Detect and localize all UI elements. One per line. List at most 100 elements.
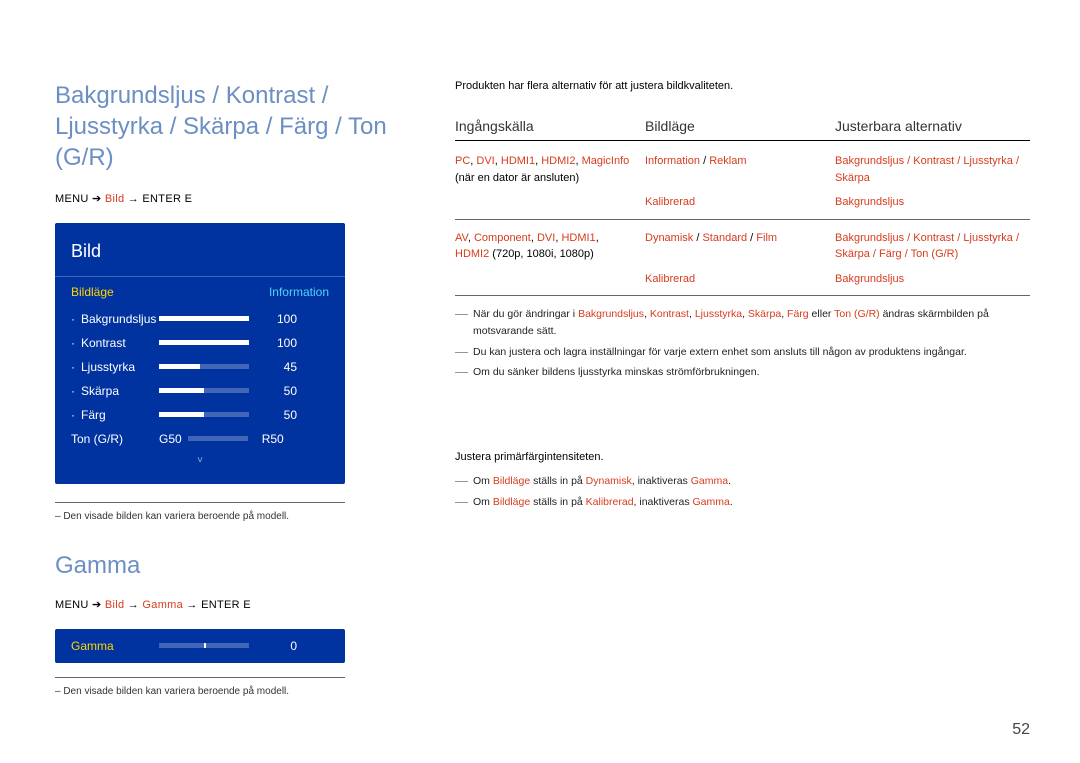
table-row: AV, Component, DVI, HDMI1, HDMI2 (720p, … xyxy=(455,230,1030,263)
osd-mode-row: Bildläge Information xyxy=(55,277,345,307)
note-hl: Gamma xyxy=(693,496,730,508)
note-hl: Bakgrundsljus xyxy=(578,308,644,320)
arrow-icon: → xyxy=(128,193,139,205)
arrow-icon: ➔ xyxy=(92,599,102,611)
col-adjustable: Justerbara alternativ xyxy=(835,118,1030,134)
chevron-down-icon: ˅ xyxy=(55,451,345,470)
slider-bar xyxy=(159,643,249,648)
footnote: – Den visade bilden kan variera beroende… xyxy=(55,686,345,697)
cell-source: PC, DVI, HDMI1, HDMI2, MagicInfo (när en… xyxy=(455,153,645,186)
slider-bar xyxy=(159,340,249,345)
note-text: ställs in på xyxy=(530,475,585,487)
divider xyxy=(455,140,1030,141)
src-note: (720p, 1080i, 1080p) xyxy=(489,248,594,260)
col-input-source: Ingångskälla xyxy=(455,118,645,134)
osd-item-value: 45 xyxy=(259,360,297,374)
slider-bar xyxy=(159,388,249,393)
osd-item: Bakgrundsljus 100 xyxy=(55,307,345,331)
cell-adjust: Bakgrundsljus / Kontrast / Ljusstyrka / … xyxy=(835,230,1030,263)
note-hl: Dynamisk xyxy=(586,475,632,487)
arrow-icon: → xyxy=(128,599,139,611)
slider-bar xyxy=(159,364,249,369)
table-row: Kalibrerad Bakgrundsljus xyxy=(455,194,1030,211)
note-hl: Bildläge xyxy=(493,496,530,508)
slider-bar xyxy=(159,412,249,417)
src-magicinfo: MagicInfo xyxy=(582,155,630,167)
page-number: 52 xyxy=(1012,721,1030,739)
cell-mode: Information / Reklam xyxy=(645,153,835,186)
src-hdmi2: HDMI2 xyxy=(455,248,489,260)
note-item: ― Du kan justera och lagra inställningar… xyxy=(455,344,1030,361)
divider xyxy=(55,502,345,503)
menu-item-bild: Bild xyxy=(105,193,125,205)
osd-item-value: 50 xyxy=(259,408,297,422)
notes-block: ― Om Bildläge ställs in på Dynamisk, ina… xyxy=(455,473,1030,511)
footnote: – Den visade bilden kan variera beroende… xyxy=(55,511,345,522)
mode-reklam: Reklam xyxy=(709,155,746,167)
osd-item-value: 50 xyxy=(259,384,297,398)
slider-bar xyxy=(188,436,248,441)
menu-item-gamma: Gamma xyxy=(142,599,183,611)
osd-item-value: 100 xyxy=(259,336,297,350)
cell-mode: Kalibrerad xyxy=(645,271,835,288)
note-hl: Bildläge xyxy=(493,475,530,487)
osd-tone-row: Ton (G/R) G50 R50 xyxy=(55,427,345,451)
section-heading: Bakgrundsljus / Kontrast / Ljusstyrka / … xyxy=(55,80,395,174)
dash-icon: ― xyxy=(455,473,473,490)
tone-r-value: R50 xyxy=(262,432,284,446)
table-row: PC, DVI, HDMI1, HDMI2, MagicInfo (när en… xyxy=(455,153,1030,186)
note-text: , inaktiveras xyxy=(632,475,691,487)
cell-mode: Kalibrerad xyxy=(645,194,835,211)
src-note: (när en dator är ansluten) xyxy=(455,172,579,184)
src-hdmi1: HDMI1 xyxy=(501,155,535,167)
osd-item: Ljusstyrka 45 xyxy=(55,355,345,379)
note-item: ― Om Bildläge ställs in på Kalibrerad, i… xyxy=(455,494,1030,511)
osd-item-label: Färg xyxy=(71,408,159,422)
osd-item-label: Kontrast xyxy=(71,336,159,350)
note-item: ― Om du sänker bildens ljusstyrka minska… xyxy=(455,364,1030,381)
cell-adjust: Bakgrundsljus xyxy=(835,194,1030,211)
note-hl: Gamma xyxy=(691,475,728,487)
mode-information: Information xyxy=(645,155,700,167)
osd-panel-gamma: Gamma 0 xyxy=(55,629,345,663)
note-text: . xyxy=(730,496,733,508)
note-text: Om xyxy=(473,496,493,508)
cell-source: AV, Component, DVI, HDMI1, HDMI2 (720p, … xyxy=(455,230,645,263)
cell-adjust: Bakgrundsljus xyxy=(835,271,1030,288)
src-hdmi1: HDMI1 xyxy=(561,232,595,244)
adjust-bakgrundsljus: Bakgrundsljus xyxy=(835,196,904,208)
cell-adjust: Bakgrundsljus / Kontrast / Ljusstyrka / … xyxy=(835,153,1030,186)
menu-prefix: MENU xyxy=(55,193,89,205)
gamma-value: 0 xyxy=(259,639,297,653)
intro-text: Produkten har flera alternativ för att j… xyxy=(455,80,1030,92)
note-text: När du gör ändringar i xyxy=(473,308,578,320)
note-text: eller xyxy=(809,308,835,320)
note-text: , inaktiveras xyxy=(634,496,693,508)
enter-icon: E xyxy=(243,599,251,611)
col-picture-mode: Bildläge xyxy=(645,118,835,134)
dash-icon: ― xyxy=(455,306,473,340)
arrow-icon: ➔ xyxy=(92,193,102,205)
arrow-icon: → xyxy=(186,599,197,611)
note-item: ― När du gör ändringar i Bakgrundsljus, … xyxy=(455,306,1030,340)
divider xyxy=(455,295,1030,296)
osd-item-label: Skärpa xyxy=(71,384,159,398)
note-hl: Kontrast xyxy=(650,308,689,320)
osd-item: Skärpa 50 xyxy=(55,379,345,403)
osd-mode-label: Bildläge xyxy=(71,285,114,299)
tone-g-value: G50 xyxy=(159,432,182,446)
adjust-list: Bakgrundsljus / Kontrast / Ljusstyrka / … xyxy=(835,232,1019,261)
menu-path-1: MENU ➔ Bild → ENTER E xyxy=(55,192,395,205)
osd-item-label: Bakgrundsljus xyxy=(71,312,159,326)
note-hl: Skärpa xyxy=(748,308,781,320)
gamma-intro: Justera primärfärgintensiteten. xyxy=(455,451,1030,463)
cell-source xyxy=(455,194,645,211)
gamma-label: Gamma xyxy=(71,639,159,653)
menu-item-bild: Bild xyxy=(105,599,125,611)
gamma-right-section: Justera primärfärgintensiteten. ― Om Bil… xyxy=(455,451,1030,511)
osd-item-label: Ljusstyrka xyxy=(71,360,159,374)
osd-item: Färg 50 xyxy=(55,403,345,427)
src-hdmi2: HDMI2 xyxy=(541,155,575,167)
note-hl: Kalibrerad xyxy=(586,496,634,508)
src-dvi: DVI xyxy=(476,155,494,167)
